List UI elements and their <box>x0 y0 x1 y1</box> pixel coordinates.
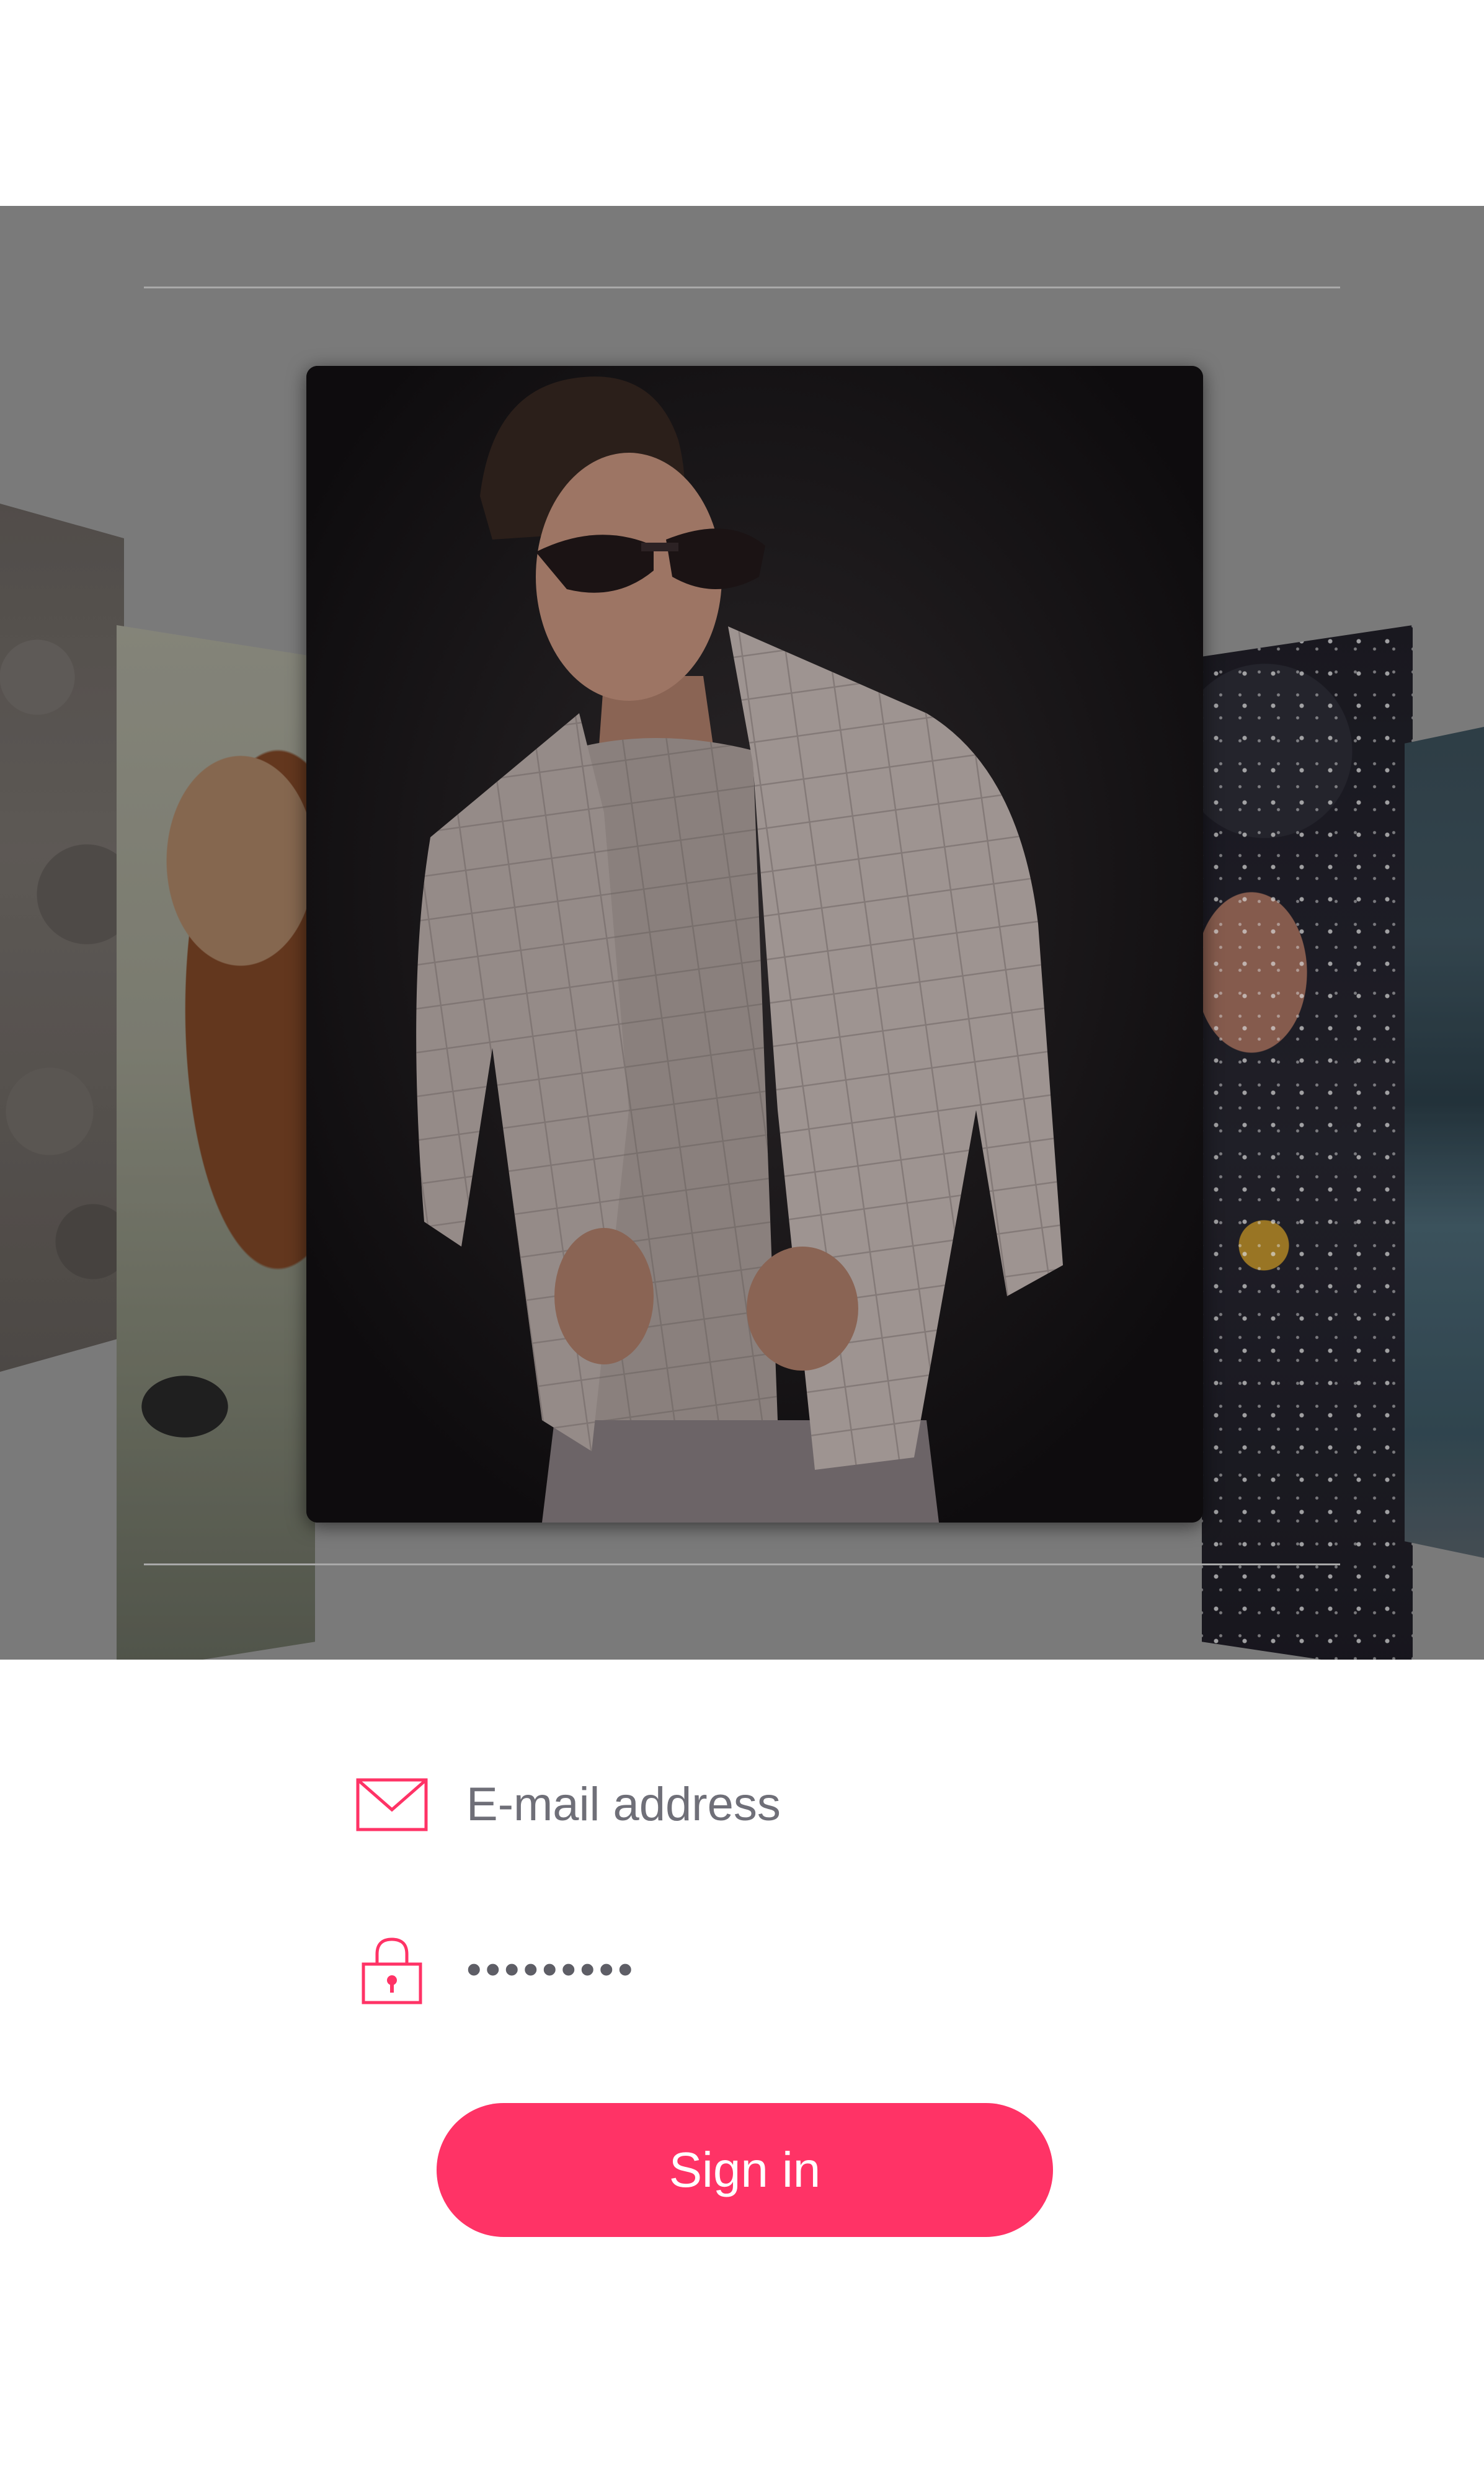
email-input[interactable]: E-mail address <box>466 1761 781 1848</box>
featured-model-illustration <box>306 366 1203 1523</box>
gallery-bottom-divider <box>144 1563 1340 1565</box>
lock-icon <box>362 1937 422 2004</box>
gallery-photo-featured[interactable] <box>306 366 1203 1523</box>
snow-overlay <box>1202 625 1413 1660</box>
password-field[interactable]: ••••••••• <box>347 1926 1091 2012</box>
sign-in-button[interactable]: Sign in <box>437 2103 1053 2237</box>
gallery-top-divider <box>144 287 1340 288</box>
gallery-photo-lake[interactable] <box>1405 727 1484 1558</box>
gallery-photo-woman-sunglasses[interactable] <box>117 625 315 1660</box>
password-input[interactable]: ••••••••• <box>466 1926 637 2012</box>
gallery-photo-beach[interactable] <box>0 504 124 1372</box>
gallery-photo-woman-snow[interactable] <box>1202 625 1413 1660</box>
envelope-icon <box>356 1778 428 1831</box>
email-field[interactable]: E-mail address <box>347 1761 1091 1848</box>
photo-gallery[interactable] <box>0 206 1484 1660</box>
